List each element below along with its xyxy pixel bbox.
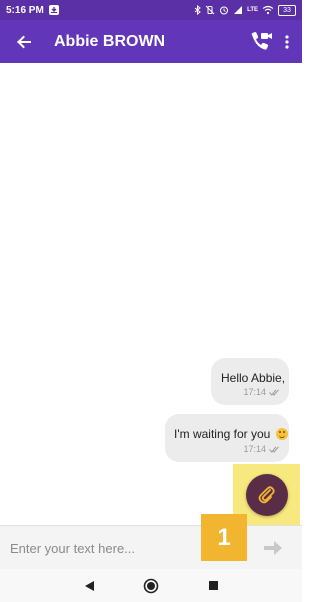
wifi-icon (262, 5, 274, 15)
overflow-menu-button[interactable] (276, 27, 298, 57)
message-time: 17:14 (243, 387, 266, 397)
message-time: 17:14 (243, 444, 266, 454)
message-text: I'm waiting for you (174, 427, 271, 441)
back-button[interactable] (6, 20, 42, 63)
home-circle-icon (143, 578, 159, 593)
contact-name[interactable]: Abbie BROWN (54, 33, 165, 51)
bluetooth-icon (194, 5, 201, 15)
attach-button[interactable] (246, 474, 288, 516)
triangle-back-icon (84, 580, 94, 591)
phone-video-icon (251, 31, 272, 50)
vibrate-off-icon (205, 5, 215, 15)
message-text: Hello Abbie, (221, 371, 286, 385)
message-input[interactable] (8, 526, 202, 571)
battery-icon: 33 (278, 4, 296, 16)
nav-back-button[interactable] (73, 574, 105, 598)
navigation-bar (0, 569, 302, 602)
message-meta: 17:14 (243, 444, 279, 454)
status-time: 5:16 PM (6, 4, 44, 16)
send-arrow-icon (264, 541, 282, 555)
square-recents-icon (208, 581, 218, 590)
arrow-left-icon (17, 35, 31, 48)
smiley-emoji-icon (275, 428, 288, 440)
message-bubble[interactable]: I'm waiting for you 17:14 (165, 414, 289, 462)
message-composer (0, 525, 302, 571)
signal-icon (233, 5, 243, 15)
message-meta: 17:14 (243, 387, 279, 397)
lte-icon: LTE (247, 7, 258, 13)
app-bar: Abbie BROWN (0, 20, 302, 63)
notification-icon (48, 5, 59, 15)
nav-home-button[interactable] (135, 574, 167, 598)
alarm-icon (219, 5, 229, 15)
message-bubble[interactable]: Hello Abbie, 17:14 (211, 358, 289, 405)
call-button[interactable] (246, 27, 276, 57)
double-check-icon (269, 445, 279, 453)
status-bar: 5:16 PM LTE 33 (0, 0, 302, 20)
send-button[interactable] (258, 536, 288, 560)
more-vert-icon (285, 34, 289, 49)
status-icons: LTE 33 (194, 4, 296, 16)
nav-recents-button[interactable] (197, 574, 229, 598)
double-check-icon (269, 388, 279, 396)
step-callout-badge: 1 (201, 514, 247, 561)
paperclip-icon (258, 486, 275, 504)
